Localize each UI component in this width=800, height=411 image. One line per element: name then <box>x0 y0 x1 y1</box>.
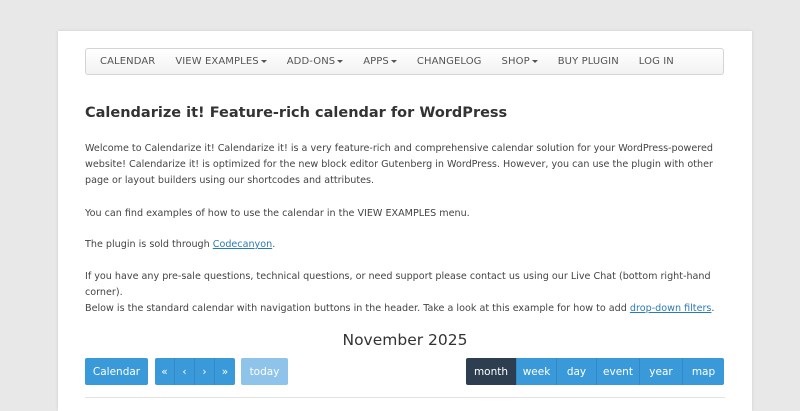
nav-item-apps[interactable]: APPS <box>363 56 397 67</box>
nav-item-label: CALENDAR <box>100 56 156 67</box>
calendar-month-title: November 2025 <box>342 331 468 349</box>
nav-item-label: SHOP <box>501 56 530 67</box>
view-map-button[interactable]: map <box>683 358 724 385</box>
nav-item-shop[interactable]: SHOP <box>502 56 538 67</box>
main-navbar: CALENDAR VIEW EXAMPLES ADD-ONS APPS CHAN… <box>85 48 724 75</box>
caret-down-icon <box>337 60 344 63</box>
page-card: CALENDAR VIEW EXAMPLES ADD-ONS APPS CHAN… <box>58 31 752 411</box>
view-day-button[interactable]: day <box>557 358 597 385</box>
next-year-button[interactable]: » <box>215 358 235 385</box>
nav-item-view-examples[interactable]: VIEW EXAMPLES <box>175 56 267 67</box>
nav-item-calendar[interactable]: CALENDAR <box>100 56 155 67</box>
caret-down-icon <box>390 60 397 63</box>
nav-item-label: BUY PLUGIN <box>557 56 619 67</box>
nav-item-add-ons[interactable]: ADD-ONS <box>287 56 344 67</box>
nav-item-changelog[interactable]: CHANGELOG <box>417 56 482 67</box>
nav-item-label: APPS <box>363 56 389 67</box>
nav-item-label: CHANGELOG <box>416 56 482 67</box>
view-event-button[interactable]: event <box>597 358 640 385</box>
calendar-nav-group: « ‹ › » <box>155 358 235 385</box>
examples-paragraph: You can find examples of how to use the … <box>85 208 470 219</box>
nav-item-buy-plugin[interactable]: BUY PLUGIN <box>558 56 619 67</box>
view-month-button[interactable]: month <box>466 358 517 385</box>
calendar-divider <box>85 397 725 398</box>
sold-paragraph: The plugin is sold through Codecanyon. <box>85 237 725 253</box>
page-title: Calendarize it! Feature-rich calendar fo… <box>85 105 508 121</box>
codecanyon-link[interactable]: Codecanyon <box>213 239 272 250</box>
nav-item-label: ADD-ONS <box>286 56 336 67</box>
view-week-button[interactable]: week <box>517 358 557 385</box>
dropdown-filters-link[interactable]: drop-down filters <box>630 303 712 314</box>
below-suffix: . <box>711 303 715 314</box>
support-paragraph: If you have any pre-sale questions, tech… <box>85 271 711 298</box>
caret-down-icon <box>260 60 267 63</box>
nav-item-log-in[interactable]: LOG IN <box>639 56 674 67</box>
nav-item-label: LOG IN <box>638 56 674 67</box>
below-paragraph: Below is the standard calendar with navi… <box>85 301 725 317</box>
next-month-button[interactable]: › <box>195 358 215 385</box>
below-text: Below is the standard calendar with navi… <box>85 303 630 314</box>
today-button[interactable]: today <box>241 358 288 385</box>
prev-month-button[interactable]: ‹ <box>175 358 195 385</box>
calendar-button[interactable]: Calendar <box>85 358 148 385</box>
view-switcher: month week day event year map <box>466 358 724 385</box>
nav-item-label: VIEW EXAMPLES <box>175 56 259 67</box>
caret-down-icon <box>531 60 538 63</box>
intro-paragraph: Welcome to Calendarize it! Calendarize i… <box>85 143 713 186</box>
prev-year-button[interactable]: « <box>155 358 175 385</box>
sold-suffix: . <box>272 239 276 250</box>
sold-text: The plugin is sold through <box>85 239 213 250</box>
view-year-button[interactable]: year <box>640 358 683 385</box>
